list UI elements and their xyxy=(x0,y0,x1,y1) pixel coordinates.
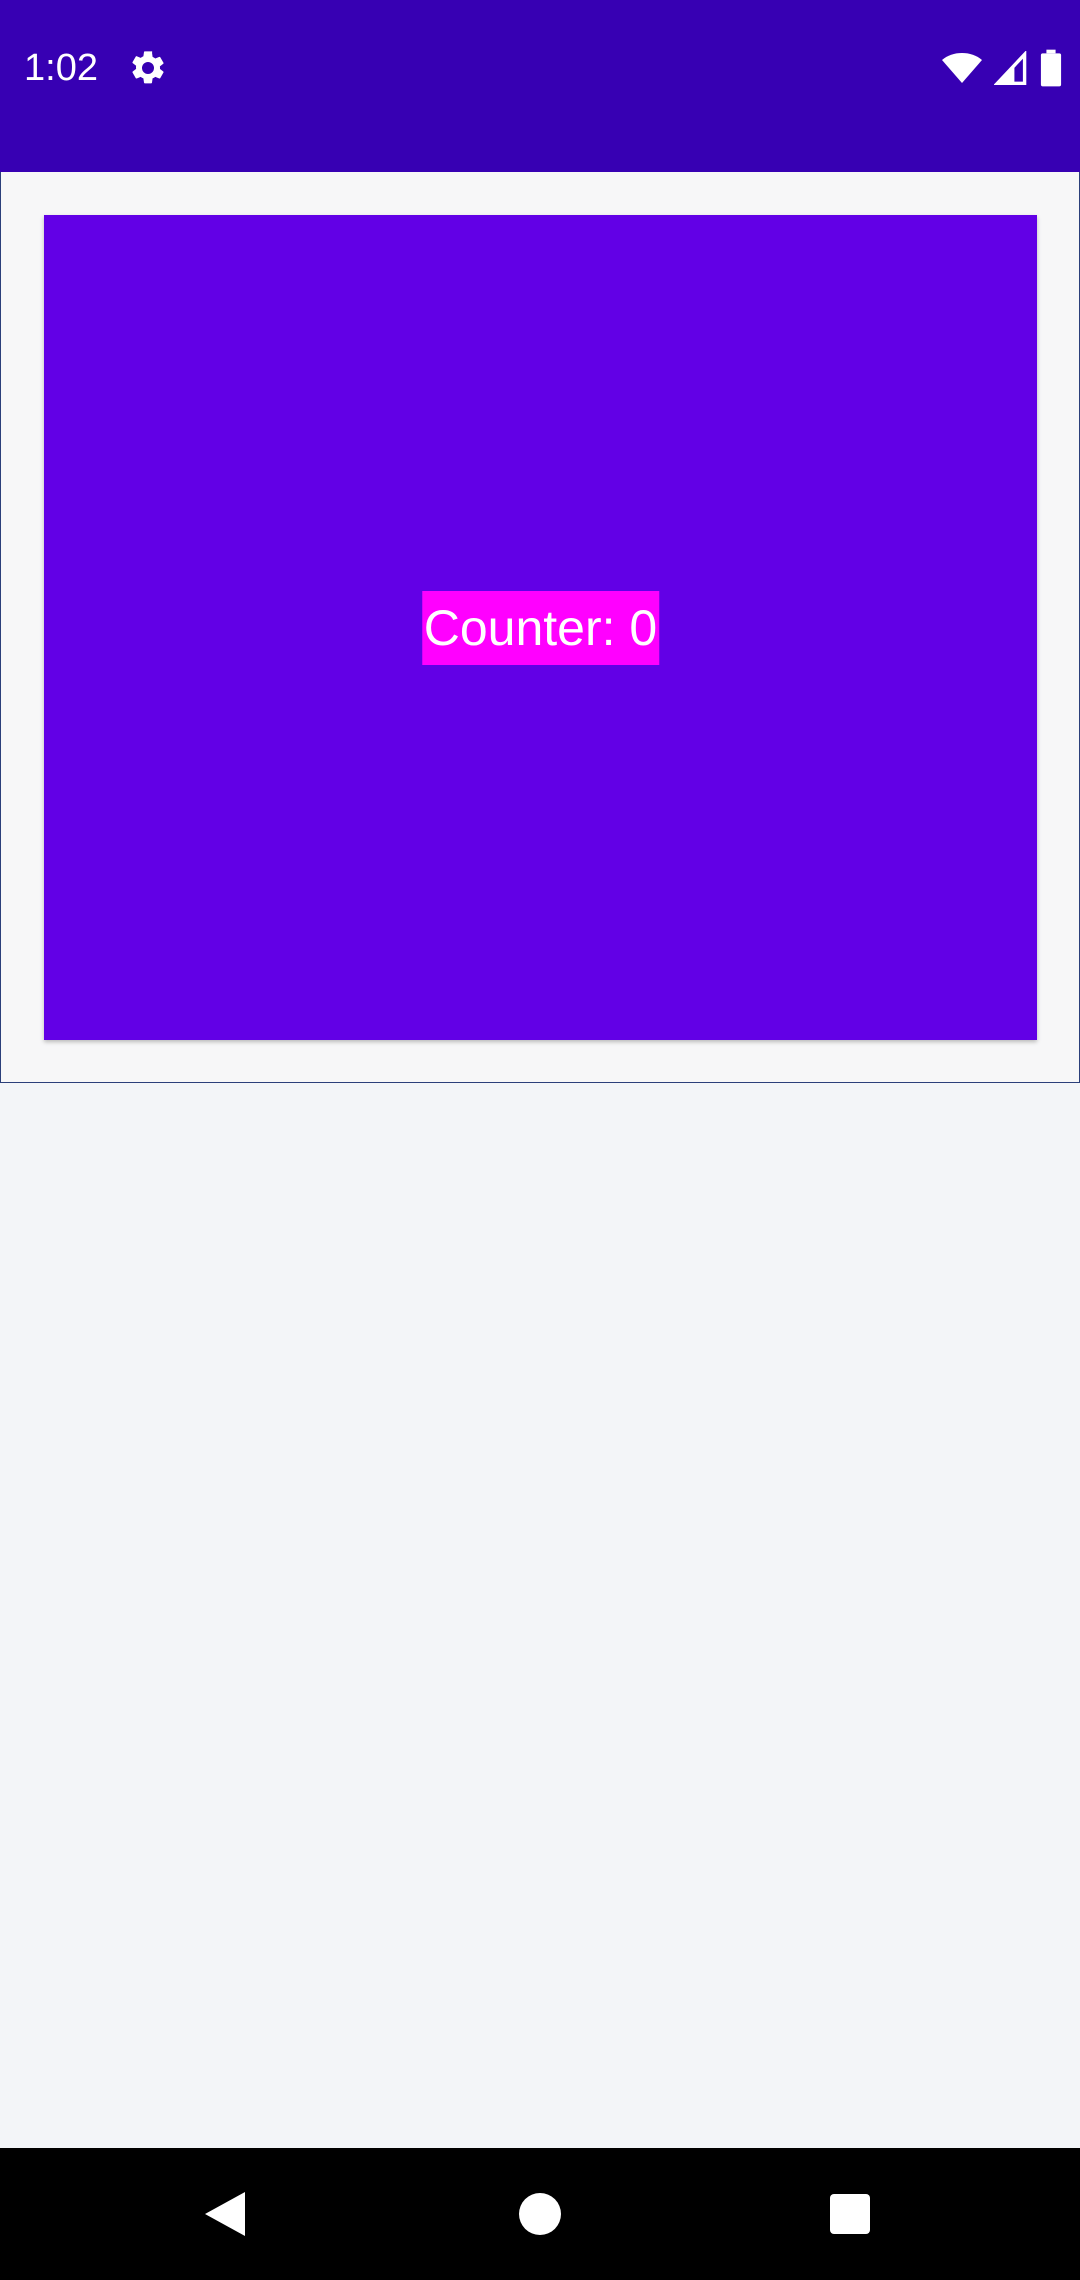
back-icon[interactable] xyxy=(189,2178,261,2250)
counter-label: Counter: 0 xyxy=(421,591,660,665)
battery-icon xyxy=(1040,49,1062,87)
signal-icon xyxy=(994,51,1028,85)
status-time: 1:02 xyxy=(24,47,98,89)
gear-icon xyxy=(128,48,168,88)
status-bar: 1:02 xyxy=(0,0,1080,172)
status-icons xyxy=(942,46,1062,90)
counter-box[interactable]: Counter: 0 xyxy=(44,215,1037,1040)
recents-icon[interactable] xyxy=(814,2178,886,2250)
screen: 1:02 Counter: 0 xyxy=(0,0,1080,2280)
wifi-icon xyxy=(942,51,982,85)
navigation-bar xyxy=(0,2148,1080,2280)
home-icon[interactable] xyxy=(504,2178,576,2250)
content-frame: Counter: 0 xyxy=(0,172,1080,1083)
